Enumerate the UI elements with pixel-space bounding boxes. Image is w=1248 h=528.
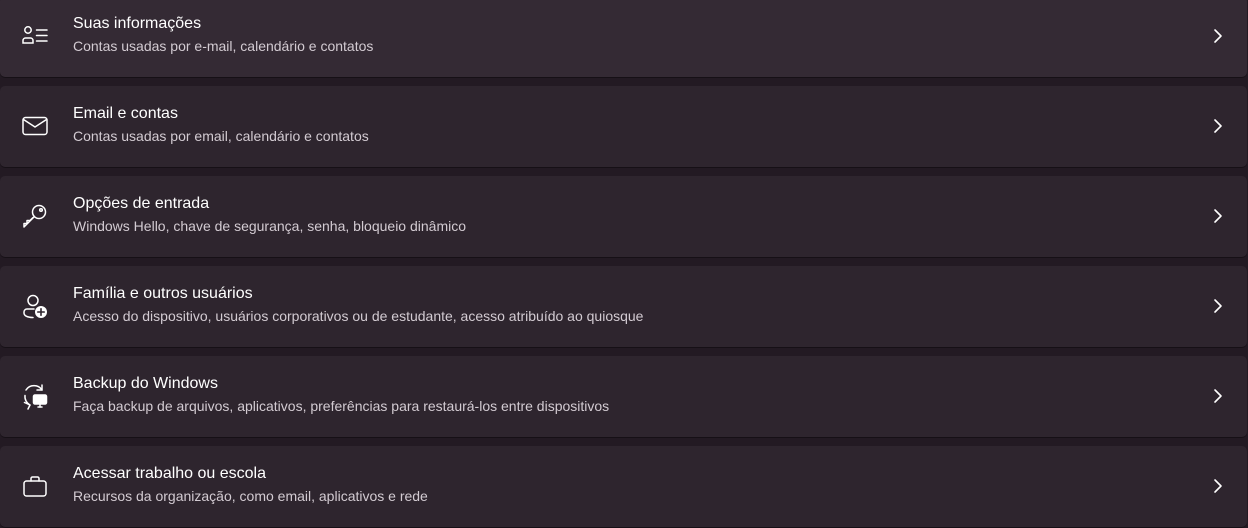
settings-item-windows-backup[interactable]: Backup do Windows Faça backup de arquivo… [0,356,1247,437]
mail-icon [21,112,49,140]
settings-item-title: Email e contas [73,105,178,122]
settings-item-email-accounts[interactable]: Email e contas Contas usadas por email, … [0,86,1247,167]
settings-item-title: Suas informações [73,15,202,32]
settings-item-description: Contas usadas por email, calendário e co… [73,128,369,144]
chevron-right-icon [1211,207,1225,225]
chevron-right-icon [1211,297,1225,315]
backup-sync-icon [21,382,49,410]
settings-item-title: Acessar trabalho ou escola [73,465,266,482]
person-list-icon [21,22,49,50]
settings-item-title: Opções de entrada [73,195,210,212]
key-icon [21,202,49,230]
settings-item-description: Acesso do dispositivo, usuários corporat… [73,308,644,324]
chevron-right-icon [1211,117,1225,135]
settings-item-description: Faça backup de arquivos, aplicativos, pr… [73,398,610,414]
settings-item-description: Contas usadas por e-mail, calendário e c… [73,38,374,54]
settings-item-family-other-users[interactable]: Família e outros usuários Acesso do disp… [0,266,1247,347]
chevron-right-icon [1211,387,1225,405]
person-add-icon [21,292,49,320]
settings-item-access-work-school[interactable]: Acessar trabalho ou escola Recursos da o… [0,446,1247,527]
settings-list: Suas informações Contas usadas por e-mai… [0,0,1248,528]
chevron-right-icon [1211,27,1225,45]
settings-item-title: Família e outros usuários [73,285,253,302]
settings-item-sign-in-options[interactable]: Opções de entrada Windows Hello, chave d… [0,176,1247,257]
settings-item-your-info[interactable]: Suas informações Contas usadas por e-mai… [0,0,1247,77]
briefcase-icon [21,472,49,500]
settings-item-title: Backup do Windows [73,375,218,392]
settings-item-description: Windows Hello, chave de segurança, senha… [73,218,467,234]
chevron-right-icon [1211,477,1225,495]
settings-item-description: Recursos da organização, como email, apl… [73,488,428,504]
